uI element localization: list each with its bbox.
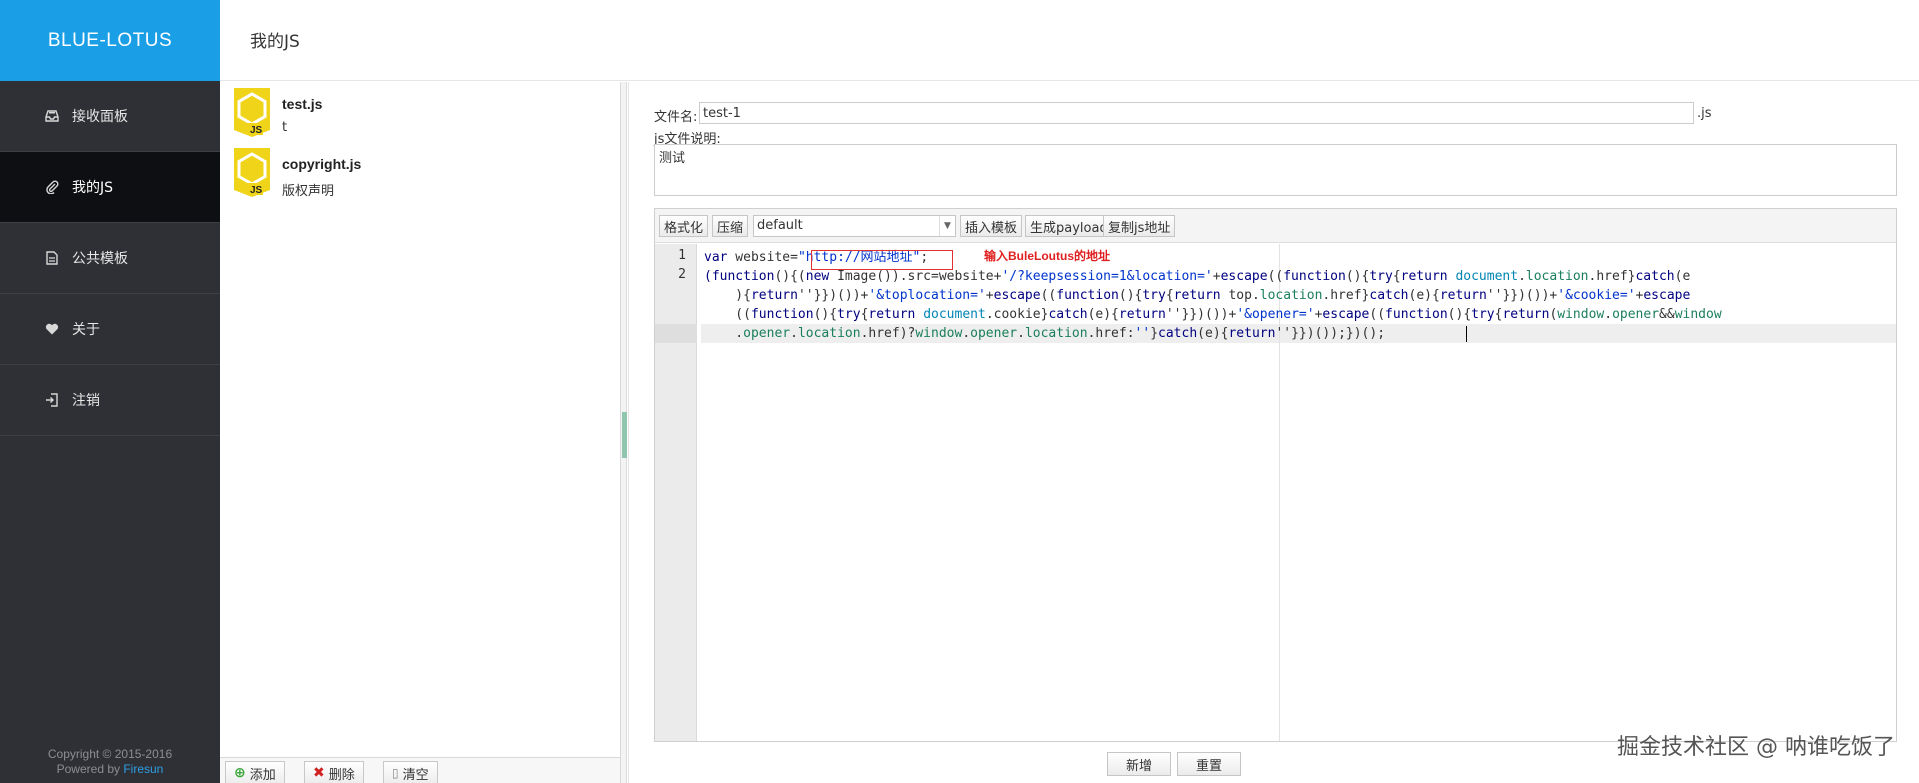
list-item[interactable]: JS copyright.js 版权声明 — [230, 146, 610, 204]
add-button[interactable]: ⊕ 添加 — [225, 761, 285, 783]
filename-input[interactable] — [699, 102, 1694, 124]
svg-text:JS: JS — [250, 125, 263, 136]
file-icon — [44, 250, 60, 266]
chevron-down-icon[interactable]: ▼ — [939, 216, 955, 236]
sidebar-item-label: 关于 — [72, 322, 100, 338]
insert-template-button[interactable]: 插入模板 — [960, 215, 1023, 237]
copy-js-url-button[interactable]: 复制js地址 — [1103, 215, 1176, 237]
panel-splitter[interactable] — [621, 82, 627, 783]
annotation-box — [811, 250, 953, 270]
code-line-2-wrap-2: ((function(){try{return document.cookie}… — [704, 307, 1722, 322]
editor-toolbar: 格式化 压缩 default ▼ 插入模板 生成payload 复制js地址 — [655, 209, 1896, 243]
file-desc: t — [282, 120, 288, 135]
code-line-2-wrap-3: .opener.location.href)?window.opener.loc… — [704, 326, 1386, 341]
generate-payload-button[interactable]: 生成payload — [1025, 215, 1113, 237]
file-name: copyright.js — [282, 156, 362, 172]
logout-icon — [44, 392, 60, 408]
brand-logo[interactable]: BLUE-LOTUS — [0, 0, 220, 81]
filename-suffix: .js — [1697, 106, 1712, 121]
clear-button[interactable]: ▯ 清空 — [383, 761, 438, 783]
sidebar-item-my-js[interactable]: 我的JS — [0, 152, 220, 223]
copyright: Copyright © 2015-2016 Powered by Firesun — [0, 747, 220, 777]
watermark: 掘金技术社区 @ 呐谁吃饭了 — [1617, 735, 1895, 760]
delete-label: 删除 — [328, 767, 355, 783]
copyright-text: Copyright © 2015-2016 — [47, 747, 173, 761]
plus-icon: ⊕ — [234, 765, 246, 781]
code-content[interactable]: var website="http://网站地址"; (function(){(… — [701, 244, 1896, 741]
active-line-gutter — [655, 324, 697, 343]
code-line-2-wrap-1: ){return''}})())+'&toplocation='+escape(… — [704, 288, 1691, 303]
file-toolbar: ⊕ 添加 ✖ 删除 ▯ 清空 — [220, 757, 620, 783]
clear-icon: ▯ — [392, 766, 399, 780]
powered-link[interactable]: Firesun — [123, 762, 163, 776]
file-list-panel: JS test.js t JS copyright.js 版权声明 ⊕ 添加 ✖… — [220, 82, 621, 783]
filename-label: 文件名: — [654, 110, 698, 125]
splitter-handle[interactable] — [622, 412, 627, 458]
sidebar: BLUE-LOTUS 接收面板 我的JS 公共模板 关于 注销 Copyrigh… — [0, 0, 220, 783]
list-item[interactable]: JS test.js t — [230, 86, 610, 144]
svg-text:JS: JS — [250, 185, 263, 196]
format-button[interactable]: 格式化 — [659, 215, 709, 237]
delete-button[interactable]: ✖ 删除 — [304, 761, 364, 783]
page-title: 我的JS — [250, 32, 300, 52]
js-file-icon: JS — [234, 88, 270, 137]
template-selected: default — [757, 218, 803, 233]
sidebar-item-templates[interactable]: 公共模板 — [0, 223, 220, 294]
clear-label: 清空 — [402, 767, 429, 783]
add-label: 添加 — [249, 767, 276, 783]
sidebar-item-inbox[interactable]: 接收面板 — [0, 81, 220, 152]
file-name: test.js — [282, 96, 323, 112]
line-number: 2 — [678, 267, 686, 282]
sidebar-item-label: 公共模板 — [72, 251, 128, 267]
code-editor: 格式化 压缩 default ▼ 插入模板 生成payload 复制js地址 1… — [654, 208, 1897, 742]
powered-prefix: Powered by — [56, 762, 120, 776]
line-gutter: 1 2 — [655, 244, 697, 741]
delete-icon: ✖ — [313, 765, 325, 781]
sidebar-item-label: 注销 — [72, 393, 100, 409]
template-select[interactable]: default ▼ — [753, 215, 956, 237]
inbox-icon — [44, 108, 60, 124]
paperclip-icon — [44, 179, 60, 195]
line-number: 1 — [678, 248, 686, 263]
powered-by: Powered by Firesun — [0, 762, 220, 777]
text-cursor — [1466, 326, 1467, 342]
editor-area: 文件名: .js js文件说明: 测试 格式化 压缩 default ▼ 插入模… — [628, 82, 1919, 783]
annotation-text: 输入BuleLoutus的地址 — [984, 249, 1110, 263]
new-button[interactable]: 新增 — [1107, 752, 1171, 776]
sidebar-item-label: 我的JS — [72, 180, 114, 196]
file-desc: 版权声明 — [282, 184, 335, 199]
header: 我的JS — [220, 0, 1919, 81]
sidebar-item-logout[interactable]: 注销 — [0, 365, 220, 436]
sidebar-item-label: 接收面板 — [72, 109, 128, 125]
heart-icon — [44, 321, 60, 337]
compress-button[interactable]: 压缩 — [712, 215, 749, 237]
sidebar-item-about[interactable]: 关于 — [0, 294, 220, 365]
desc-textarea[interactable]: 测试 — [654, 144, 1897, 196]
reset-button[interactable]: 重置 — [1177, 752, 1241, 776]
js-file-icon: JS — [234, 148, 270, 197]
